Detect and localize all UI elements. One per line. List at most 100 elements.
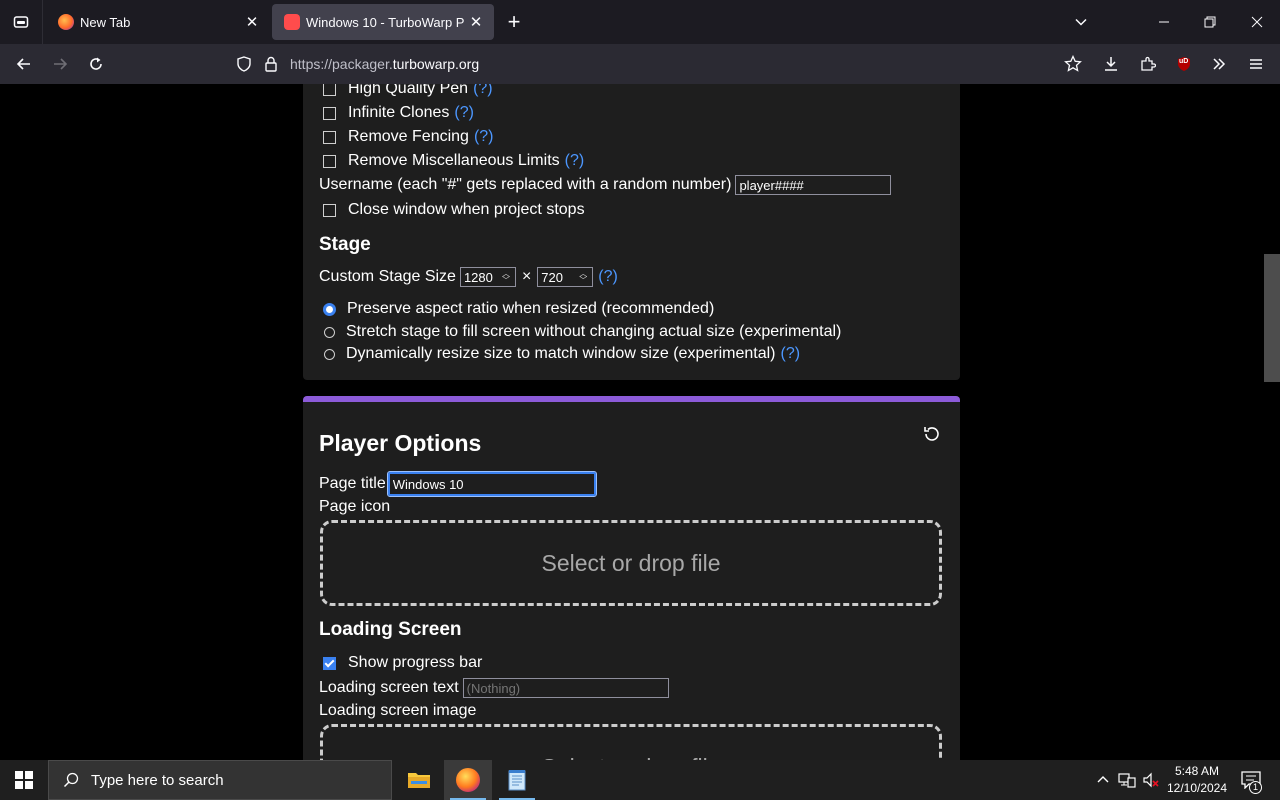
lock-icon[interactable] bbox=[264, 56, 278, 72]
app-menu-button[interactable] bbox=[1242, 50, 1270, 78]
runtime-options-card: High Quality Pen (?) Infinite Clones (?)… bbox=[303, 84, 960, 380]
ublock-origin-button[interactable]: uD bbox=[1170, 50, 1198, 78]
page-scrollbar[interactable] bbox=[1264, 84, 1280, 760]
action-center-button[interactable]: 1 bbox=[1236, 760, 1266, 800]
checkbox-label: Close window when project stops bbox=[348, 201, 585, 218]
loading-image-dropzone[interactable]: Select or drop file bbox=[320, 724, 942, 760]
chevron-down-icon bbox=[1075, 18, 1087, 26]
close-window-option[interactable]: Close window when project stops bbox=[319, 201, 585, 219]
help-link[interactable]: (?) bbox=[473, 84, 493, 98]
search-icon bbox=[63, 772, 79, 788]
scrollbar-thumb[interactable] bbox=[1264, 254, 1280, 382]
page-icon-label: Page icon bbox=[319, 498, 391, 515]
help-link[interactable]: (?) bbox=[598, 268, 618, 286]
firefox-view-button[interactable] bbox=[0, 0, 43, 44]
firefox-icon bbox=[456, 768, 480, 792]
stretch-stage-radio[interactable] bbox=[324, 326, 335, 338]
preserve-aspect-radio[interactable] bbox=[323, 302, 336, 316]
username-input[interactable] bbox=[735, 175, 892, 195]
back-button[interactable] bbox=[10, 50, 38, 78]
close-window-checkbox[interactable] bbox=[323, 203, 336, 217]
shield-icon[interactable] bbox=[236, 56, 252, 72]
show-progress-bar-option[interactable]: Show progress bar bbox=[319, 654, 482, 672]
page-title-row: Page title bbox=[319, 471, 597, 497]
clock-date: 12/10/2024 bbox=[1166, 781, 1228, 795]
list-all-tabs-button[interactable] bbox=[1058, 0, 1104, 44]
help-link[interactable]: (?) bbox=[780, 345, 800, 363]
puzzle-icon bbox=[1141, 56, 1156, 71]
stage-height-input[interactable]: 720 ︿ ﹀ bbox=[537, 267, 594, 287]
infinite-clones-checkbox[interactable] bbox=[323, 106, 336, 120]
remove-misc-limits-checkbox[interactable] bbox=[323, 154, 336, 168]
dynamic-resize-option[interactable]: Dynamically resize size to match window … bbox=[319, 345, 800, 363]
minimize-button[interactable] bbox=[1141, 0, 1187, 44]
firefox-taskbar-button[interactable] bbox=[444, 760, 492, 800]
extensions-button[interactable] bbox=[1134, 50, 1162, 78]
clock-time: 5:48 AM bbox=[1174, 764, 1220, 778]
tab-title: New Tab bbox=[80, 14, 131, 30]
url-text[interactable]: https://packager.turbowarp.org bbox=[290, 56, 479, 72]
bookmark-button[interactable] bbox=[1059, 50, 1087, 78]
minimize-icon bbox=[1159, 21, 1169, 23]
stretch-stage-option[interactable]: Stretch stage to fill screen without cha… bbox=[319, 323, 841, 341]
high-quality-pen-option[interactable]: High Quality Pen (?) bbox=[319, 84, 493, 98]
folder-icon bbox=[408, 773, 430, 788]
restore-button[interactable] bbox=[1187, 0, 1233, 44]
search-placeholder: Type here to search bbox=[91, 771, 224, 789]
forward-button[interactable] bbox=[46, 50, 74, 78]
url-bar[interactable]: https://packager.turbowarp.org bbox=[228, 48, 1172, 80]
page-icon-dropzone[interactable]: Select or drop file bbox=[320, 520, 942, 606]
reload-button[interactable] bbox=[82, 50, 110, 78]
close-tab-icon[interactable]: ✕ bbox=[240, 13, 264, 31]
infinite-clones-option[interactable]: Infinite Clones (?) bbox=[319, 104, 474, 122]
tab-new-tab[interactable]: New Tab ✕ bbox=[44, 0, 270, 44]
checkbox-label: Remove Miscellaneous Limits bbox=[348, 152, 560, 169]
loading-text-input[interactable] bbox=[462, 678, 669, 698]
new-tab-button[interactable]: + bbox=[500, 8, 528, 36]
page-content: High Quality Pen (?) Infinite Clones (?)… bbox=[0, 84, 1280, 760]
loading-image-label: Loading screen image bbox=[319, 702, 477, 719]
remove-fencing-checkbox[interactable] bbox=[323, 130, 336, 144]
start-button[interactable] bbox=[0, 760, 48, 800]
spinner-arrows-icon[interactable]: ︿ ﹀ bbox=[502, 270, 510, 285]
back-arrow-icon bbox=[16, 58, 30, 70]
page-title-input[interactable] bbox=[386, 471, 597, 497]
taskbar-search-box[interactable]: Type here to search bbox=[48, 760, 392, 800]
player-options-heading: Player Options bbox=[319, 430, 482, 456]
tab-turbowarp[interactable]: Windows 10 - TurboWarp Packager ✕ bbox=[272, 4, 494, 40]
dynamic-resize-radio[interactable] bbox=[324, 348, 335, 360]
close-window-button[interactable] bbox=[1234, 0, 1280, 44]
custom-stage-size-row: Custom Stage Size 1280 ︿ ﹀ × 720 ︿ ﹀ (?) bbox=[319, 267, 618, 287]
help-link[interactable]: (?) bbox=[565, 152, 585, 170]
help-link[interactable]: (?) bbox=[454, 104, 474, 122]
stage-height-value: 720 bbox=[541, 269, 563, 285]
firefox-view-icon bbox=[13, 16, 29, 28]
file-explorer-taskbar-button[interactable] bbox=[395, 760, 443, 800]
show-progress-bar-checkbox[interactable] bbox=[323, 656, 336, 670]
notepad-taskbar-button[interactable] bbox=[493, 760, 541, 800]
spinner-arrows-icon[interactable]: ︿ ﹀ bbox=[579, 270, 587, 285]
preserve-aspect-option[interactable]: Preserve aspect ratio when resized (reco… bbox=[319, 300, 714, 318]
high-quality-pen-checkbox[interactable] bbox=[323, 84, 336, 96]
network-tray-button[interactable] bbox=[1116, 760, 1138, 800]
windows-logo-icon bbox=[15, 771, 33, 789]
close-tab-icon[interactable]: ✕ bbox=[464, 13, 488, 31]
more-tools-button[interactable] bbox=[1205, 50, 1233, 78]
show-hidden-icons-button[interactable] bbox=[1094, 760, 1112, 800]
volume-tray-button[interactable] bbox=[1140, 760, 1162, 800]
ublock-badge: uD bbox=[1179, 58, 1189, 65]
notepad-icon bbox=[508, 770, 526, 791]
restore-icon bbox=[1204, 16, 1216, 28]
firefox-icon bbox=[58, 14, 74, 30]
help-link[interactable]: (?) bbox=[474, 128, 494, 146]
stage-width-input[interactable]: 1280 ︿ ﹀ bbox=[459, 267, 516, 287]
downloads-button[interactable] bbox=[1097, 50, 1125, 78]
remove-misc-limits-option[interactable]: Remove Miscellaneous Limits (?) bbox=[319, 152, 584, 170]
taskbar-clock[interactable]: 5:48 AM 12/10/2024 bbox=[1162, 763, 1232, 797]
reset-icon[interactable] bbox=[922, 424, 942, 444]
checkbox-label: Remove Fencing bbox=[348, 128, 469, 145]
radio-label: Preserve aspect ratio when resized (reco… bbox=[347, 300, 715, 317]
hamburger-menu-icon bbox=[1250, 59, 1262, 69]
star-icon bbox=[1064, 55, 1082, 72]
remove-fencing-option[interactable]: Remove Fencing (?) bbox=[319, 128, 494, 146]
